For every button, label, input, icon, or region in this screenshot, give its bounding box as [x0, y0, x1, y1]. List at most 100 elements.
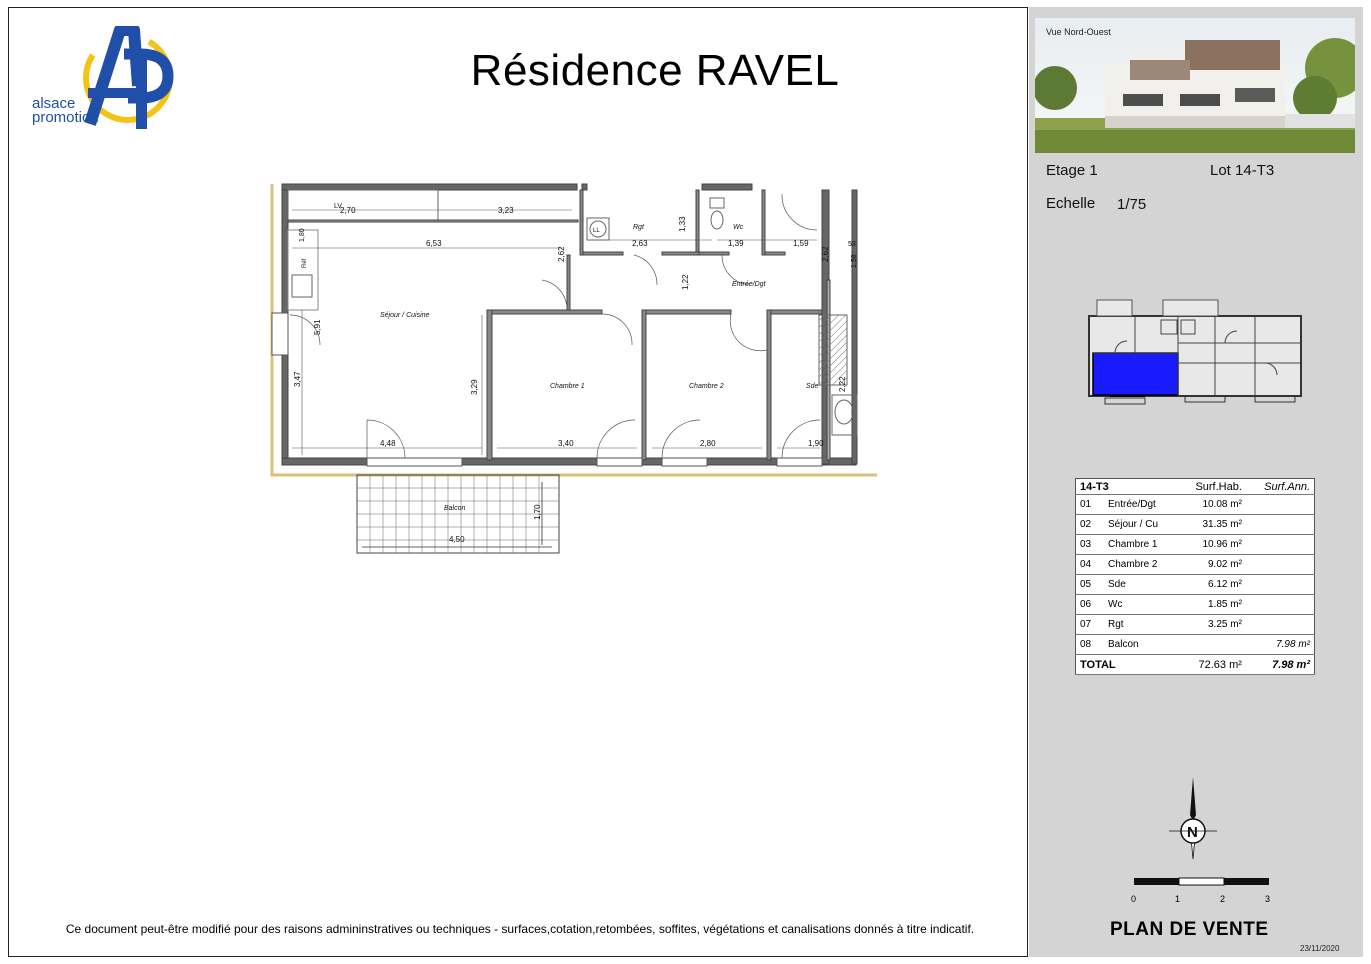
dim-label: 2,63 — [632, 239, 648, 248]
dim-label: 5,91 — [313, 319, 322, 335]
room-label-rgt: Rgt — [633, 224, 645, 231]
row-room: Wc — [1104, 594, 1178, 615]
row-surf-hab: 10.96 m² — [1177, 534, 1246, 555]
dim-label: 3,47 — [293, 371, 302, 387]
dim-label: 2,80 — [700, 439, 716, 448]
scale-tick: 2 — [1220, 894, 1225, 904]
row-surf-ann — [1245, 614, 1315, 635]
dim-label: 4,50 — [449, 535, 465, 544]
table-row: 05 Sde 6.12 m² — [1075, 574, 1315, 595]
table-row: 02 Séjour / Cu 31.35 m² — [1075, 514, 1315, 535]
row-surf-hab: 3.25 m² — [1177, 614, 1246, 635]
row-num: 02 — [1075, 514, 1104, 535]
row-surf-hab — [1177, 634, 1246, 655]
row-room: Chambre 2 — [1104, 554, 1178, 575]
dim-label: 1,90 — [808, 439, 824, 448]
room-label-balcon: Balcon — [444, 505, 466, 512]
dim-label: 4,48 — [380, 439, 396, 448]
room-label-sde: Sde — [806, 383, 819, 390]
north-arrow-icon: N — [1169, 777, 1217, 860]
scale-label: Echelle — [1046, 195, 1096, 212]
row-num: 08 — [1075, 634, 1104, 655]
table-header: 14-T3 Surf.Hab. Surf.Ann. — [1075, 478, 1315, 495]
row-surf-ann — [1245, 574, 1315, 595]
row-surf-ann: 7.98 m² — [1245, 634, 1315, 655]
total-surf-ann: 7.98 m² — [1245, 654, 1315, 675]
row-surf-ann — [1245, 534, 1315, 555]
dim-label: 1,59 — [793, 239, 809, 248]
scale-value: 1/75 — [1117, 196, 1147, 213]
table-row: 07 Rgt 3.25 m² — [1075, 614, 1315, 635]
room-label-entree: Entrée/Dgt — [732, 281, 767, 288]
scale-tick: 0 — [1131, 894, 1136, 904]
dim-label: 1,70 — [533, 504, 542, 520]
dim-label: 2,62 — [557, 246, 566, 262]
floor-label: Etage 1 — [1046, 162, 1098, 179]
row-surf-ann — [1245, 494, 1315, 515]
room-label-sejour: Séjour / Cuisine — [380, 312, 430, 319]
dim-label: 1,33 — [678, 216, 687, 232]
row-num: 04 — [1075, 554, 1104, 575]
logo-text-promotion: promotion — [32, 109, 99, 126]
fixture-label-ll: LL — [593, 228, 600, 234]
table-total-row: TOTAL 72.63 m² 7.98 m² — [1075, 654, 1315, 675]
room-label-chambre2: Chambre 2 — [689, 383, 724, 390]
scale-tick: 3 — [1265, 894, 1270, 904]
row-num: 05 — [1075, 574, 1104, 595]
photo-caption: Vue Nord-Ouest — [1046, 27, 1111, 37]
total-surf-hab: 72.63 m² — [1177, 654, 1246, 675]
row-room: Rgt — [1104, 614, 1178, 635]
surface-table: 14-T3 Surf.Hab. Surf.Ann. 01 Entrée/Dgt … — [1075, 478, 1315, 675]
row-num: 06 — [1075, 594, 1104, 615]
dim-label: 3,40 — [558, 439, 574, 448]
north-label: N — [1187, 824, 1198, 841]
dim-label: 2,62 — [821, 246, 830, 262]
row-room: Sde — [1104, 574, 1178, 595]
row-surf-ann — [1245, 514, 1315, 535]
row-num: 01 — [1075, 494, 1104, 515]
row-room: Balcon — [1104, 634, 1178, 655]
row-num: 03 — [1075, 534, 1104, 555]
room-label-wc: Wc — [733, 224, 744, 231]
table-row: 06 Wc 1.85 m² — [1075, 594, 1315, 615]
table-lot-header: 14-T3 — [1075, 478, 1178, 495]
dim-label: 2,22 — [838, 376, 847, 392]
dim-label: 6,53 — [426, 239, 442, 248]
floor-plan: Séjour / Cuisine Chambre 1 Chambre 2 Sde… — [270, 183, 877, 554]
dim-label: 53 — [848, 241, 856, 248]
table-row: 01 Entrée/Dgt 10.08 m² — [1075, 494, 1315, 515]
row-surf-hab: 31.35 m² — [1177, 514, 1246, 535]
document-date: 23/11/2020 — [1300, 944, 1340, 953]
dim-label: 3,29 — [470, 379, 479, 395]
table-row: 08 Balcon 7.98 m² — [1075, 634, 1315, 655]
plan-de-vente-label: PLAN DE VENTE — [1110, 919, 1269, 940]
dim-label: 2,70 — [340, 206, 356, 215]
key-plan — [1088, 299, 1302, 405]
scale-bar: 0 1 2 3 — [1131, 877, 1270, 904]
column-header-surf-ann: Surf.Ann. — [1245, 478, 1315, 495]
alsace-promotion-logo: alsace promotion — [32, 26, 174, 129]
row-surf-hab: 9.02 m² — [1177, 554, 1246, 575]
dim-label: 1,80 — [299, 228, 306, 242]
dim-label: 1,22 — [681, 274, 690, 290]
dim-label: 3,23 — [498, 206, 514, 215]
fixture-label-ref: Réf — [302, 258, 308, 268]
page-title: Résidence RAVEL — [470, 46, 840, 95]
column-header-surf-hab: Surf.Hab. — [1177, 478, 1246, 495]
row-surf-ann — [1245, 594, 1315, 615]
disclaimer-text: Ce document peut-être modifié pour des r… — [65, 922, 975, 936]
row-surf-hab: 10.08 m² — [1177, 494, 1246, 515]
scale-tick: 1 — [1175, 894, 1180, 904]
building-render-image — [1035, 18, 1355, 153]
row-num: 07 — [1075, 614, 1104, 635]
row-surf-hab: 6.12 m² — [1177, 574, 1246, 595]
row-surf-ann — [1245, 554, 1315, 575]
room-label-chambre1: Chambre 1 — [550, 383, 585, 390]
total-label: TOTAL — [1075, 654, 1178, 675]
table-row: 03 Chambre 1 10.96 m² — [1075, 534, 1315, 555]
table-row: 04 Chambre 2 9.02 m² — [1075, 554, 1315, 575]
row-room: Chambre 1 — [1104, 534, 1178, 555]
row-surf-hab: 1.85 m² — [1177, 594, 1246, 615]
row-room: Séjour / Cu — [1104, 514, 1178, 535]
lot-label: Lot 14-T3 — [1210, 162, 1275, 179]
